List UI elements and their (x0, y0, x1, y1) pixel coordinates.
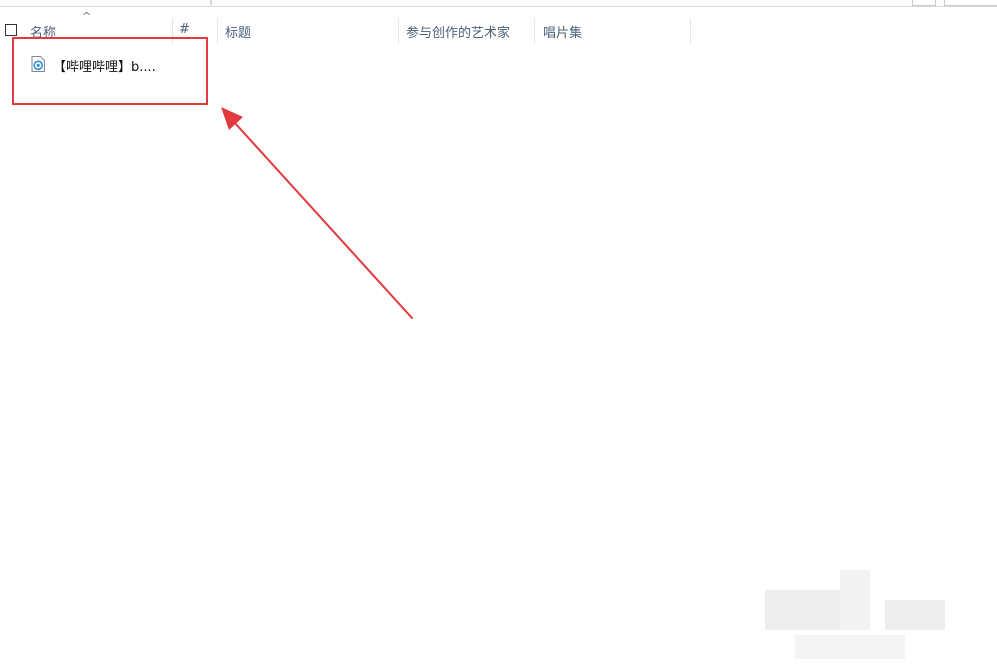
column-header-title-label: 标题 (225, 26, 252, 41)
sort-ascending-icon: ^ (82, 10, 92, 23)
blurred-watermark (885, 600, 945, 630)
column-header-name-label: 名称 (30, 26, 57, 41)
column-divider[interactable] (534, 18, 535, 44)
file-name: 【哔哩哔哩】b.... (53, 60, 156, 75)
file-list-item[interactable]: 【哔哩哔哩】b.... (28, 54, 208, 76)
column-header-number[interactable]: # (179, 22, 190, 37)
column-divider[interactable] (217, 18, 218, 44)
blurred-watermark (840, 570, 870, 630)
blurred-watermark (765, 590, 840, 630)
column-header-album-label: 唱片集 (543, 26, 583, 41)
search-box[interactable] (944, 0, 997, 6)
address-bar-strip (0, 0, 997, 7)
blurred-watermark (795, 635, 905, 659)
column-header-name[interactable]: 名称 (30, 22, 56, 41)
column-divider[interactable] (398, 18, 399, 44)
column-header-artist-label: 参与创作的艺术家 (406, 26, 511, 41)
toolbar-divider (210, 0, 212, 5)
column-header-number-label: # (179, 22, 190, 37)
column-divider[interactable] (690, 18, 691, 44)
column-header-row: 名称 ^ # 标题 参与创作的艺术家 唱片集 (0, 10, 997, 44)
refresh-button[interactable] (912, 0, 936, 6)
column-header-artist[interactable]: 参与创作的艺术家 (406, 22, 510, 41)
select-all-checkbox[interactable] (5, 24, 17, 36)
media-file-icon (31, 56, 45, 72)
column-header-title[interactable]: 标题 (225, 22, 251, 41)
column-divider[interactable] (172, 18, 173, 44)
column-header-album[interactable]: 唱片集 (543, 22, 582, 41)
annotation-arrow (221, 107, 413, 319)
